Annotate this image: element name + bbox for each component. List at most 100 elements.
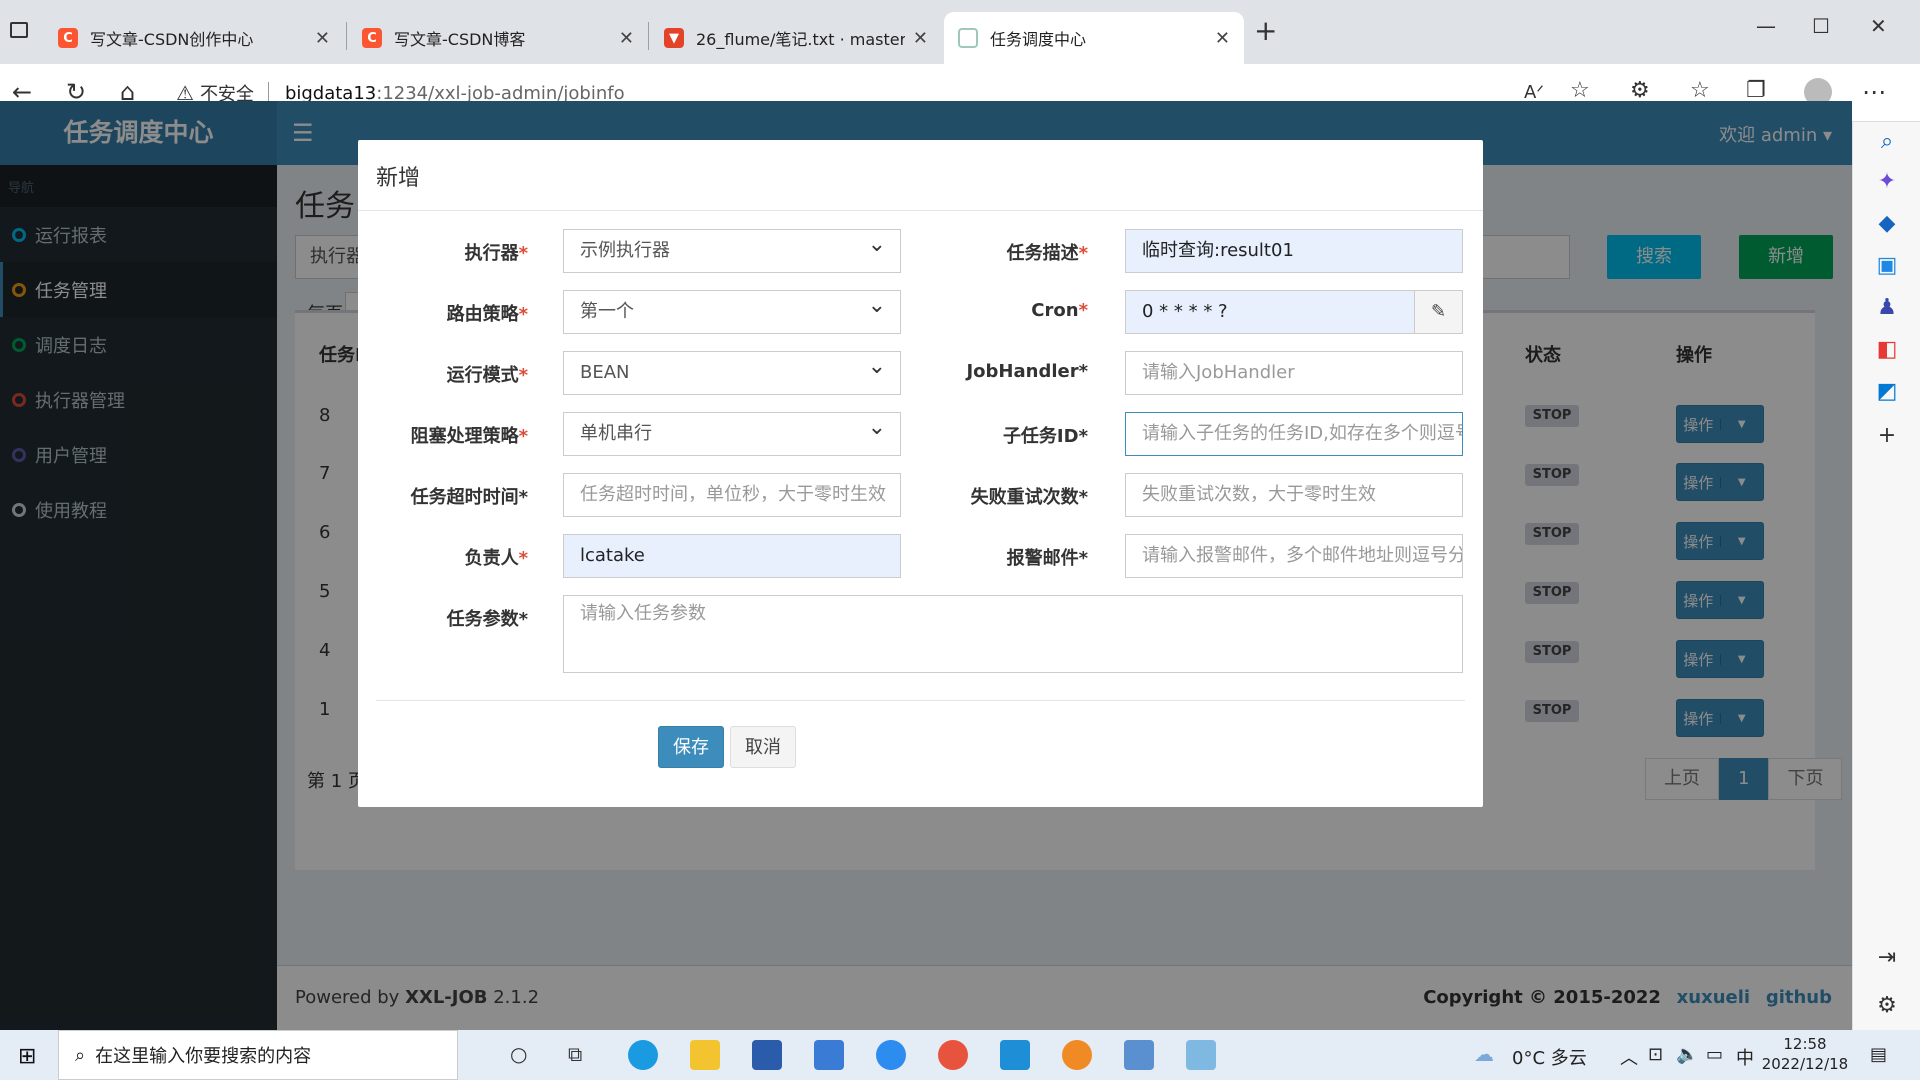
app-icon-window[interactable] — [1124, 1040, 1154, 1070]
add-job-modal: 新增 执行器* 示例执行器 路由策略* 第一个 运行模式* BEAN 阻塞处理策… — [358, 140, 1483, 807]
child-job-input[interactable]: 请输入子任务的任务ID,如存在多个则逗号分隔 — [1125, 412, 1463, 456]
collections-icon[interactable]: ❐ — [1746, 78, 1766, 103]
task-view-icon[interactable]: ⧉ — [568, 1042, 582, 1066]
xxl-job-icon — [958, 28, 978, 48]
app-icon-orange[interactable] — [1062, 1040, 1092, 1070]
desc-label-text: 任务描述 — [1006, 243, 1079, 264]
shopping-icon[interactable]: ◆ — [1875, 212, 1899, 236]
cancel-button[interactable]: 取消 — [730, 726, 796, 768]
timeout-input[interactable]: 任务超时时间，单位秒，大于零时生效 — [563, 473, 901, 517]
tools-icon[interactable]: ▣ — [1875, 254, 1899, 278]
close-tab-icon[interactable]: ✕ — [315, 28, 330, 49]
cortana-icon[interactable]: ○ — [510, 1042, 527, 1066]
mode-select[interactable]: BEAN — [563, 351, 901, 395]
required-mark: * — [518, 365, 528, 386]
modal-title: 新增 — [376, 166, 421, 191]
taskbar: ⊞ ⌕ 在这里输入你要搜索的内容 ○ ⧉ ☁ 0°C 多云 ︿ ⊡ 🔈 ▭ 中 … — [0, 1030, 1920, 1080]
office-icon[interactable]: ◧ — [1875, 338, 1899, 362]
games-icon[interactable]: ♟ — [1875, 296, 1899, 320]
settings-icon[interactable]: ⚙ — [1875, 994, 1899, 1018]
handler-input[interactable]: 请输入JobHandler — [1125, 351, 1463, 395]
favorite-add-icon[interactable]: ☆ — [1570, 78, 1590, 103]
owner-input[interactable]: lcatake — [563, 534, 901, 578]
tray-chevron-icon[interactable]: ︿ — [1620, 1044, 1638, 1070]
copilot-icon[interactable]: ✦ — [1875, 170, 1899, 194]
tab-separator — [346, 22, 347, 50]
maximize-icon[interactable]: ☐ — [1812, 14, 1830, 38]
executor-value: 示例执行器 — [580, 240, 670, 261]
required-mark: * — [518, 304, 528, 325]
read-aloud-icon[interactable]: Aᐟ — [1524, 82, 1544, 103]
file-explorer-icon[interactable] — [690, 1040, 720, 1070]
cron-input[interactable]: 0 * * * * ? — [1125, 290, 1415, 334]
cron-label-text: Cron — [1031, 300, 1079, 321]
clock[interactable]: 12:58 2022/12/18 — [1760, 1034, 1850, 1074]
save-button[interactable]: 保存 — [658, 726, 724, 768]
sidebar-collapse-icon[interactable]: ⇥ — [1875, 946, 1899, 970]
params-label: 任务参数* — [446, 609, 528, 630]
close-tab-icon[interactable]: ✕ — [1215, 28, 1230, 49]
modal-divider — [358, 210, 1483, 211]
search-icon[interactable]: ⌕ — [1875, 130, 1899, 154]
edit-cron-icon[interactable]: ✎ — [1414, 290, 1463, 334]
close-tab-icon[interactable]: ✕ — [619, 28, 634, 49]
csdn-icon: C — [362, 28, 382, 48]
screen: C 写文章-CSDN创作中心 ✕ C 写文章-CSDN博客 ✕ ▼ 26_flu… — [0, 0, 1920, 1080]
extensions-icon[interactable]: ⚙ — [1630, 78, 1650, 103]
alarm-email-input[interactable]: 请输入报警邮件，多个邮件地址则逗号分隔 — [1125, 534, 1463, 578]
browser-tab-3[interactable]: ▼ 26_flume/笔记.txt · master · DL22 ✕ — [650, 12, 942, 64]
browser-tab-2[interactable]: C 写文章-CSDN博客 ✕ — [348, 12, 648, 64]
ime-indicator[interactable]: 中 — [1736, 1044, 1754, 1070]
network-icon[interactable]: ⊡ — [1648, 1044, 1663, 1065]
required-mark: * — [518, 426, 528, 447]
route-label: 路由策略* — [358, 300, 528, 326]
retry-input[interactable]: 失败重试次数，大于零时生效 — [1125, 473, 1463, 517]
mode-label: 运行模式* — [358, 361, 528, 387]
taskbar-search-placeholder: 在这里输入你要搜索的内容 — [95, 1046, 312, 1067]
tab-separator — [648, 22, 649, 50]
params-textarea[interactable]: 请输入任务参数 — [563, 595, 1463, 673]
gitlab-icon: ▼ — [664, 28, 684, 48]
notification-icon[interactable]: ▤ — [1870, 1044, 1887, 1065]
search-icon: ⌕ — [75, 1044, 86, 1066]
add-icon[interactable]: + — [1875, 424, 1899, 448]
cron-label: Cron* — [918, 300, 1088, 321]
tab-actions-icon[interactable] — [10, 22, 28, 38]
close-window-icon[interactable]: ✕ — [1870, 14, 1887, 38]
route-select[interactable]: 第一个 — [563, 290, 901, 334]
outlook-icon[interactable]: ◩ — [1875, 380, 1899, 404]
timeout-label: 任务超时时间* — [410, 487, 528, 508]
volume-icon[interactable]: 🔈 — [1676, 1044, 1698, 1065]
app-icon-notepad[interactable] — [1186, 1040, 1216, 1070]
battery-icon[interactable]: ▭ — [1706, 1044, 1723, 1065]
mode-value: BEAN — [580, 362, 630, 383]
handler-label: JobHandler* — [966, 361, 1088, 382]
store-icon[interactable] — [752, 1040, 782, 1070]
new-tab-button[interactable]: + — [1254, 14, 1277, 47]
minimize-icon[interactable]: — — [1756, 14, 1776, 38]
edge-taskbar-icon[interactable] — [628, 1040, 658, 1070]
vmware-icon[interactable] — [1000, 1040, 1030, 1070]
csdn-icon: C — [58, 28, 78, 48]
close-tab-icon[interactable]: ✕ — [913, 28, 928, 49]
block-strategy-select[interactable]: 单机串行 — [563, 412, 901, 456]
app-icon-red[interactable] — [938, 1040, 968, 1070]
browser-tab-1[interactable]: C 写文章-CSDN创作中心 ✕ — [44, 12, 344, 64]
weather-text[interactable]: 0°C 多云 — [1512, 1044, 1587, 1070]
retry-label: 失败重试次数* — [970, 487, 1088, 508]
executor-select[interactable]: 示例执行器 — [563, 229, 901, 273]
browser-tab-active[interactable]: 任务调度中心 ✕ — [944, 12, 1244, 64]
more-menu-icon[interactable]: ⋯ — [1862, 78, 1886, 106]
desc-label: 任务描述* — [918, 239, 1088, 265]
windows-start-icon[interactable]: ⊞ — [18, 1044, 36, 1069]
browser-tab-strip: C 写文章-CSDN创作中心 ✕ C 写文章-CSDN博客 ✕ ▼ 26_flu… — [0, 0, 1920, 64]
taskbar-search[interactable]: ⌕ 在这里输入你要搜索的内容 — [58, 1030, 458, 1080]
weather-icon: ☁ — [1474, 1042, 1494, 1066]
desc-input[interactable]: 临时查询:result01 — [1125, 229, 1463, 273]
app-icon-blue[interactable] — [876, 1040, 906, 1070]
block-label-text: 阻塞处理策略 — [410, 426, 519, 447]
mail-icon[interactable] — [814, 1040, 844, 1070]
block-value: 单机串行 — [580, 423, 652, 444]
route-value: 第一个 — [580, 301, 634, 322]
favorites-icon[interactable]: ☆ — [1690, 78, 1710, 103]
